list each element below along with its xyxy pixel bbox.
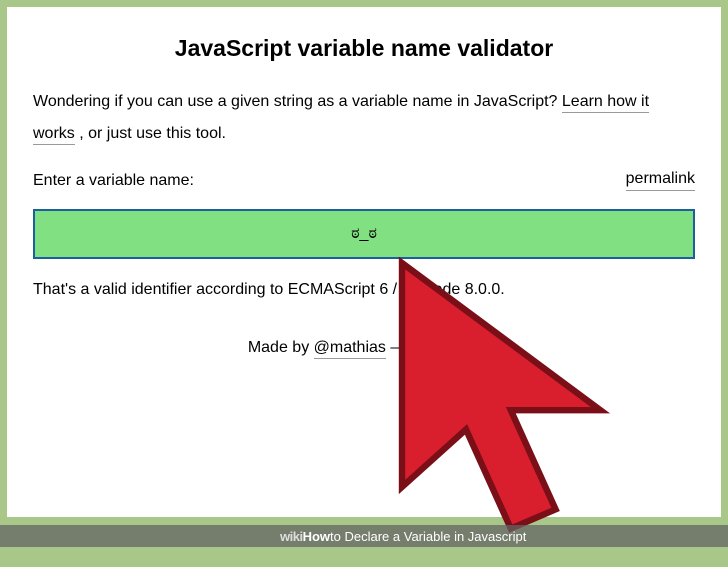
footer-separator: — — [390, 339, 410, 356]
page-title: JavaScript variable name validator — [33, 35, 695, 62]
input-label: Enter a variable name: — [33, 172, 194, 190]
input-label-row: Enter a variable name: permalink — [33, 170, 695, 191]
watermark-title: to Declare a Variable in Javascript — [330, 529, 526, 544]
permalink-link[interactable]: permalink — [626, 170, 695, 191]
author-link[interactable]: @mathias — [314, 339, 386, 359]
watermark-bar: wikiHow to Declare a Variable in Javascr… — [0, 525, 728, 547]
intro-prefix: Wondering if you can use a given string … — [33, 93, 562, 110]
variable-name-input[interactable] — [33, 209, 695, 259]
footer: Made by @mathias — fork this o — [33, 339, 695, 357]
watermark-brand-wiki: wiki — [280, 529, 303, 544]
content-box: JavaScript variable name validator Wonde… — [7, 7, 721, 517]
intro-text: Wondering if you can use a given string … — [33, 86, 695, 150]
fork-link[interactable]: fork this o — [411, 339, 480, 359]
watermark-brand-how: How — [303, 529, 330, 544]
intro-suffix: , or just use this tool. — [79, 125, 226, 142]
made-by-label: Made by — [248, 339, 314, 356]
validation-result: That's a valid identifier according to E… — [33, 281, 695, 299]
